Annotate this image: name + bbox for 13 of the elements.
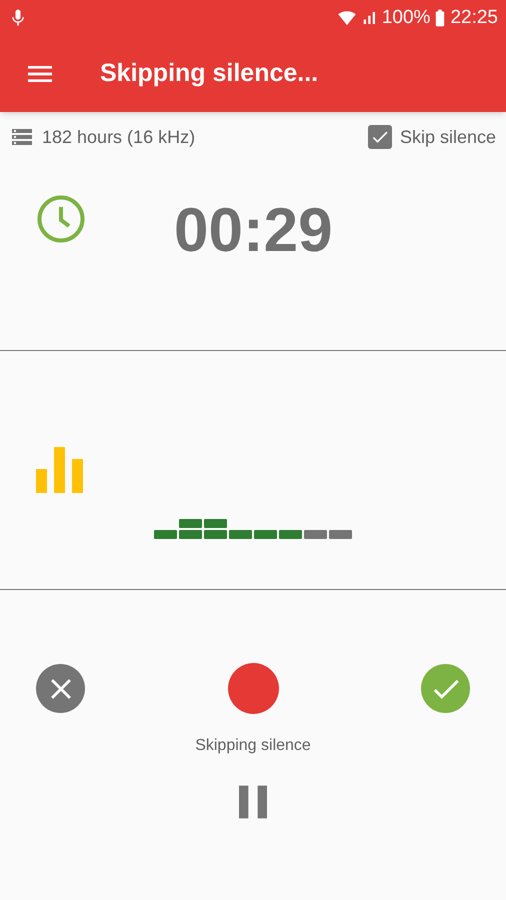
status-text: Skipping silence: [195, 736, 311, 756]
clock-icon: [36, 194, 86, 244]
confirm-button[interactable]: [421, 664, 470, 713]
battery-percent: 100%: [382, 6, 430, 30]
record-button[interactable]: [228, 663, 278, 714]
elapsed-time: 00:29: [174, 195, 333, 267]
wifi-icon: [338, 9, 356, 27]
app-title: Skipping silence...: [100, 58, 318, 90]
skip-silence-checkbox[interactable]: Skip silence: [368, 124, 496, 150]
bar-chart-icon: [36, 447, 84, 493]
storage-text: 182 hours (16 kHz): [42, 126, 196, 149]
cancel-button[interactable]: [36, 664, 85, 713]
clock: 22:25: [450, 6, 498, 30]
